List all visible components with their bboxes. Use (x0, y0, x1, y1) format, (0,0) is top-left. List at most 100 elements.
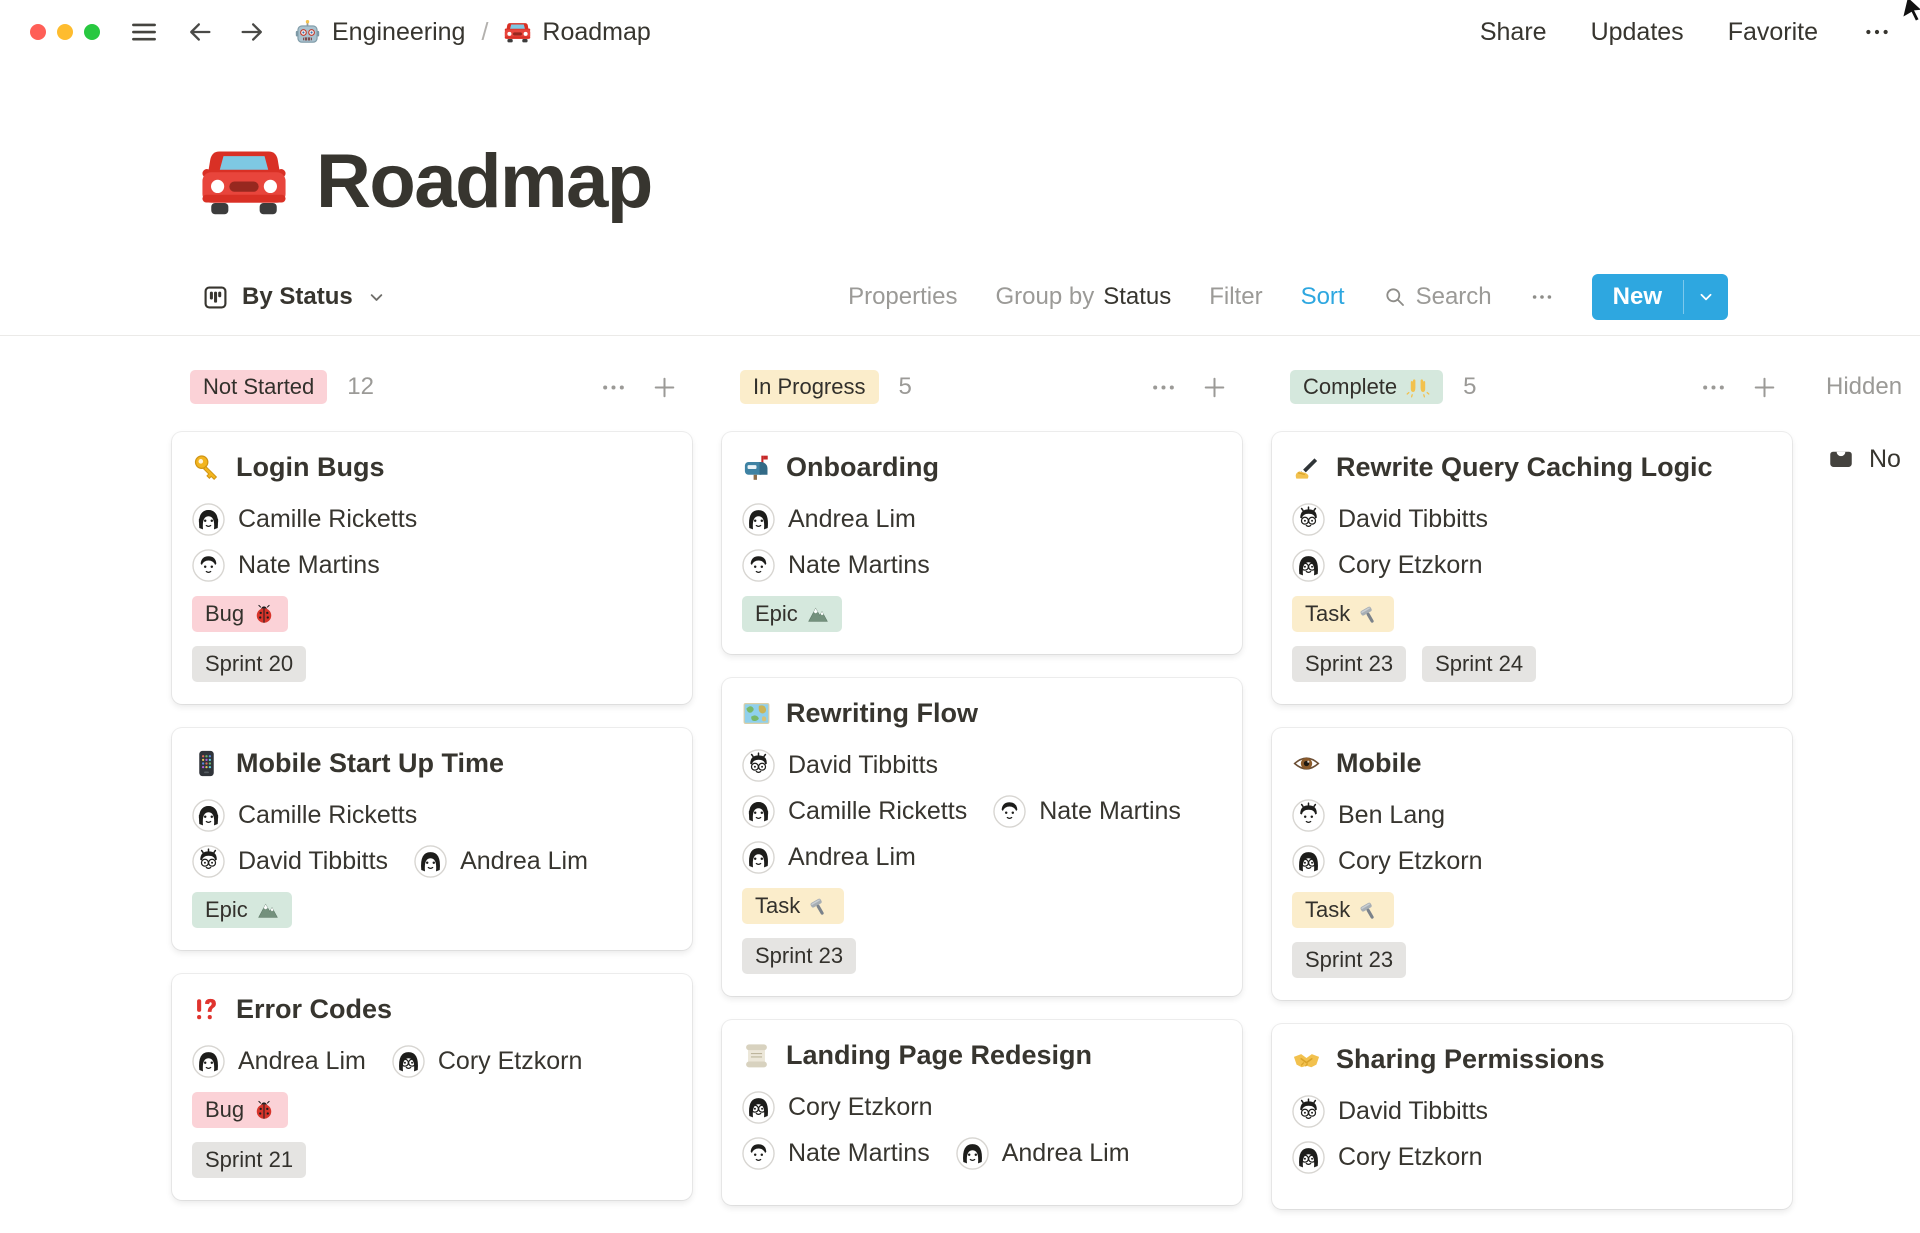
tag-row: Task (1292, 596, 1772, 632)
writing-hand-icon (1292, 453, 1321, 482)
tag-bug: Bug (192, 596, 289, 632)
minimize-window-button[interactable] (57, 24, 73, 40)
person-row: Cory Etzkorn (1292, 549, 1772, 582)
person: Camille Ricketts (742, 795, 967, 828)
card[interactable]: Mobile Ben Lang Cory Etzkorn Task Sprint 23 (1272, 728, 1792, 1000)
more-icon (1700, 374, 1727, 401)
group-by-button[interactable]: Group by Status (995, 283, 1171, 311)
key-icon (192, 453, 221, 482)
add-card-button[interactable] (1751, 374, 1778, 401)
eye-icon (1292, 749, 1321, 778)
card[interactable]: Onboarding Andrea Lim Nate Martins Epic (722, 432, 1242, 654)
card[interactable]: Error Codes Andrea Lim Cory Etzkorn Bug Spri… (172, 974, 692, 1200)
person-row: Nate Martins (742, 549, 1222, 582)
breadcrumb-item-engineering[interactable]: Engineering (294, 18, 465, 47)
favorite-button[interactable]: Favorite (1728, 18, 1818, 47)
person-name: Andrea Lim (788, 505, 916, 533)
back-icon[interactable] (186, 18, 214, 46)
search-button[interactable]: Search (1383, 283, 1492, 311)
new-button[interactable]: New (1592, 274, 1683, 320)
topbar-more-button[interactable] (1862, 17, 1892, 47)
card-title: Mobile (1292, 748, 1772, 779)
share-button[interactable]: Share (1480, 18, 1547, 47)
avatar (1292, 1141, 1325, 1174)
new-split-button: New (1591, 274, 1728, 320)
person-row: David Tibbitts (1292, 503, 1772, 536)
card[interactable]: Rewrite Query Caching Logic David Tibbitt… (1272, 432, 1792, 704)
avatar (392, 1045, 425, 1078)
breadcrumb: Engineering / Roadmap (294, 18, 651, 47)
plus-icon (651, 374, 678, 401)
page-title: Roadmap (200, 138, 1920, 225)
topbar-actions: Share Updates Favorite (1480, 17, 1892, 47)
person-name: Andrea Lim (788, 843, 916, 871)
person-row: Cory Etzkorn (1292, 1141, 1772, 1174)
breadcrumb-separator: / (481, 17, 489, 46)
column-count: 12 (347, 373, 374, 400)
card[interactable]: Login Bugs Camille Ricketts Nate Martins Bu… (172, 432, 692, 704)
column-status-pill[interactable]: Not Started (190, 370, 328, 404)
person-name: Cory Etzkorn (1338, 847, 1483, 875)
breadcrumb-label: Engineering (332, 17, 466, 46)
tag-row: Sprint 23 Sprint 24 (1292, 646, 1772, 682)
page-title-text: Roadmap (316, 139, 653, 224)
car-icon (504, 19, 531, 46)
column-header: Not Started 12 (172, 366, 692, 408)
person-row: Andrea Lim (742, 841, 1222, 874)
card-title-text: Landing Page Redesign (786, 1040, 1093, 1070)
card-title-text: Error Codes (236, 994, 393, 1024)
filter-button[interactable]: Filter (1209, 283, 1262, 311)
column-header: In Progress 5 (722, 366, 1242, 408)
breadcrumb-item-roadmap[interactable]: Roadmap (504, 18, 651, 47)
person-name: Nate Martins (788, 551, 930, 579)
view-switcher-by-status[interactable]: By Status (202, 283, 387, 311)
person: Cory Etzkorn (1292, 549, 1482, 582)
tag-label: Epic (755, 601, 798, 626)
person-name: Nate Martins (1039, 797, 1181, 825)
hidden-group-label: No (1869, 444, 1901, 473)
tag-label: Sprint 23 (1305, 947, 1394, 972)
column-status-pill[interactable]: Complete (1290, 370, 1444, 404)
sort-button[interactable]: Sort (1301, 283, 1345, 311)
column-cards: Login Bugs Camille Ricketts Nate Martins Bu… (172, 432, 692, 1200)
tag-label: Bug (205, 1097, 245, 1122)
menu-icon[interactable] (128, 16, 160, 48)
tag-row: Task (1292, 892, 1772, 928)
column-status-pill[interactable]: In Progress (740, 370, 879, 404)
avatar (955, 1137, 989, 1170)
car-icon (200, 144, 288, 220)
card-title-text: Rewrite Query Caching Logic (1336, 452, 1713, 482)
add-card-button[interactable] (651, 374, 678, 401)
column-more-button[interactable] (1700, 374, 1727, 401)
hidden-groups-label: Hidden (1826, 373, 1903, 400)
forward-icon[interactable] (238, 18, 266, 46)
card[interactable]: Mobile Start Up Time Camille Ricketts Davi… (172, 728, 692, 950)
card[interactable]: Rewriting Flow David Tibbitts Camille Rick… (722, 678, 1242, 996)
tag-sprint-24: Sprint 24 (1422, 646, 1537, 682)
updates-button[interactable]: Updates (1591, 18, 1684, 47)
properties-button[interactable]: Properties (848, 283, 957, 311)
card[interactable]: Landing Page Redesign Cory Etzkorn Nate Ma… (722, 1020, 1242, 1205)
column-count: 5 (1463, 373, 1477, 400)
person-name: David Tibbitts (788, 751, 939, 779)
ladybug-icon (253, 603, 275, 625)
tag-label: Sprint 23 (755, 943, 844, 968)
card[interactable]: Sharing Permissions David Tibbitts Cory Et… (1272, 1024, 1792, 1209)
hidden-group-no-status[interactable]: No (1826, 444, 1920, 474)
add-card-button[interactable] (1201, 374, 1228, 401)
toolbar-more-button[interactable] (1530, 285, 1554, 309)
column-more-button[interactable] (1150, 374, 1177, 401)
person: Camille Ricketts (192, 799, 417, 832)
card-title-text: Rewriting Flow (786, 698, 978, 728)
card-title: Error Codes (192, 994, 672, 1025)
zoom-window-button[interactable] (84, 24, 100, 40)
new-button-dropdown[interactable] (1684, 274, 1728, 320)
tag-sprint-23: Sprint 23 (1292, 646, 1407, 682)
column-more-button[interactable] (600, 374, 627, 401)
ladybug-icon (253, 1099, 275, 1121)
tag-label: Sprint 20 (205, 651, 294, 676)
mailbox-icon (742, 453, 771, 482)
forward-icon-glyph (238, 18, 266, 46)
more-icon (600, 374, 627, 401)
close-window-button[interactable] (30, 24, 46, 40)
